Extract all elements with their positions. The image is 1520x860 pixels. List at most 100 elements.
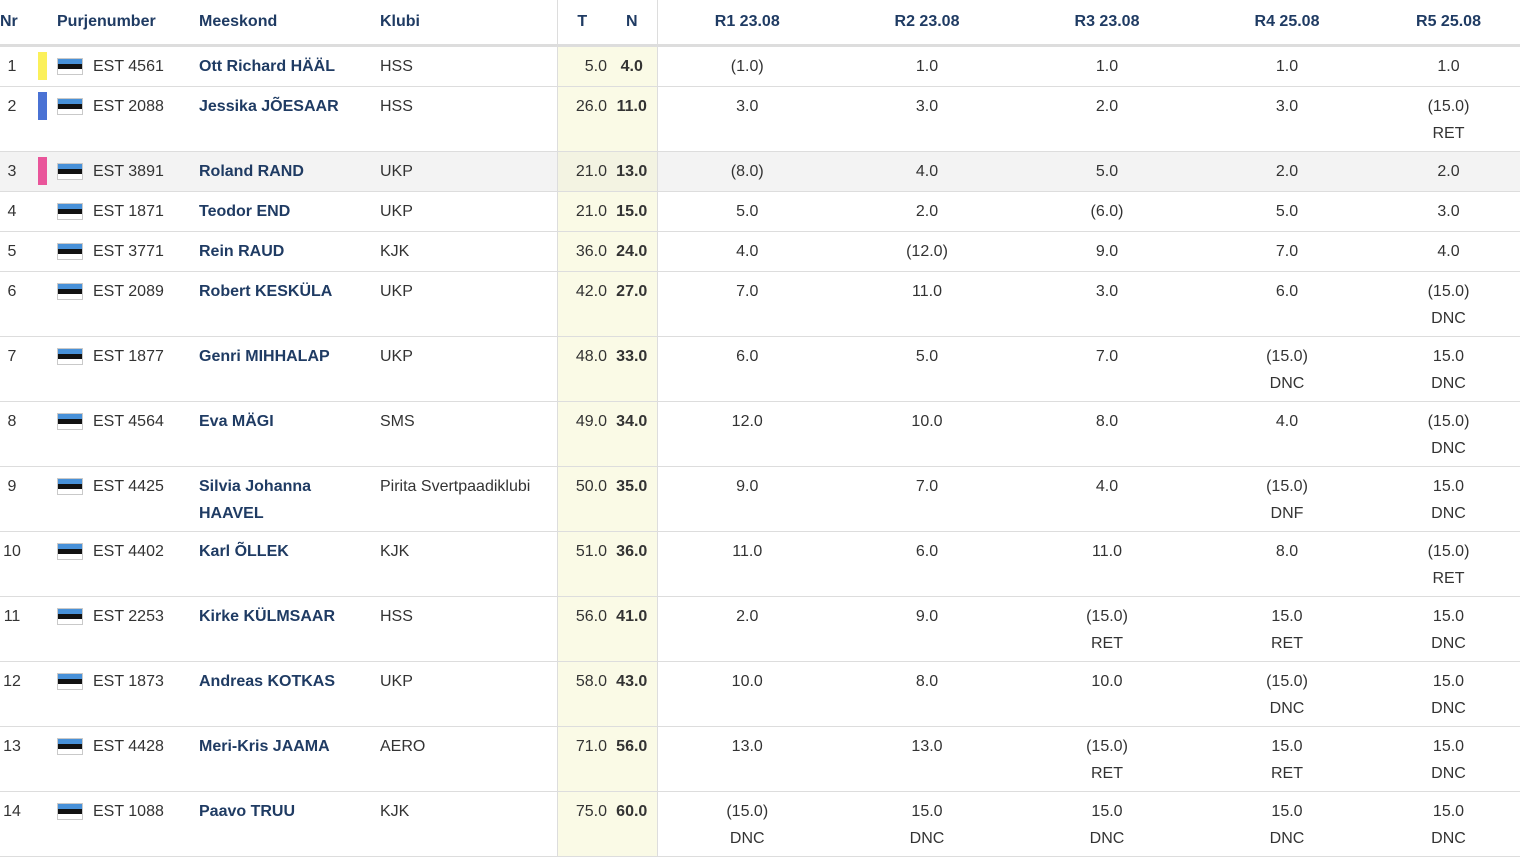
- rank-cell: 8: [0, 401, 38, 467]
- header-race-3[interactable]: R3 23.08: [1017, 0, 1197, 47]
- race-score: 3.0: [1437, 203, 1460, 220]
- sail-number-wrap: EST 2088: [57, 98, 164, 115]
- table-row[interactable]: 13 EST 4428 Meri-Kris JAAMA AERO 71.0 56.0 13.…: [0, 726, 1520, 792]
- club-cell: HSS: [380, 86, 558, 152]
- crew-name-link[interactable]: Genri MIHHALAP: [199, 336, 380, 402]
- race-4-cell: 15.0 RET: [1197, 726, 1377, 792]
- race-penalty-code: DNF: [1270, 505, 1304, 522]
- rank-cell: 9: [0, 466, 38, 532]
- sail-number-wrap: EST 1871: [57, 203, 164, 220]
- rank-cell: 2: [0, 86, 38, 152]
- rank-cell: 1: [0, 45, 38, 87]
- crew-name-link[interactable]: Silvia Johanna HAAVEL: [199, 466, 380, 532]
- race-3-cell: 2.0: [1017, 86, 1197, 152]
- crew-name-link[interactable]: Teodor END: [199, 191, 380, 232]
- crew-name-link[interactable]: Karl ÕLLEK: [199, 531, 380, 597]
- estonia-flag-icon: [57, 58, 83, 75]
- header-total[interactable]: T: [557, 0, 607, 47]
- race-score: 7.0: [915, 478, 939, 495]
- header-race-4[interactable]: R4 25.08: [1197, 0, 1377, 47]
- table-row[interactable]: 8 EST 4564 Eva MÄGI SMS 49.0 34.0 12.0 10.0 8.0 4…: [0, 401, 1520, 467]
- header-race-5[interactable]: R5 25.08: [1377, 0, 1520, 47]
- header-race-1[interactable]: R1 23.08: [657, 0, 837, 47]
- sail-number-cell: EST 1877: [57, 336, 199, 402]
- table-row[interactable]: 7 EST 1877 Genri MIHHALAP UKP 48.0 33.0 6.0 5.0…: [0, 336, 1520, 402]
- race-score: 1.0: [1275, 58, 1299, 75]
- sail-number-wrap: EST 1088: [57, 803, 164, 820]
- table-row[interactable]: 11 EST 2253 Kirke KÜLMSAAR HSS 56.0 41.0 2.0 9.…: [0, 596, 1520, 662]
- net-points-cell: 34.0: [607, 401, 658, 467]
- race-1-cell: 12.0: [657, 401, 837, 467]
- table-row[interactable]: 1 EST 4561 Ott Richard HÄÄL HSS 5.0 4.0 (1.0) 1…: [0, 45, 1520, 87]
- race-1-cell: 13.0: [657, 726, 837, 792]
- crew-name-link[interactable]: Eva MÄGI: [199, 401, 380, 467]
- race-score: 8.0: [1275, 543, 1299, 560]
- table-row[interactable]: 14 EST 1088 Paavo TRUU KJK 75.0 60.0 (15.0) DNC…: [0, 791, 1520, 857]
- table-row[interactable]: 5 EST 3771 Rein RAUD KJK 36.0 24.0 4.0 (12.0) 9.…: [0, 231, 1520, 272]
- header-club[interactable]: Klubi: [380, 0, 558, 47]
- race-penalty-code: DNC: [1431, 700, 1466, 717]
- rank-cell: 10: [0, 531, 38, 597]
- total-points-cell: 58.0: [557, 661, 607, 727]
- race-4-cell: 15.0 DNC: [1197, 791, 1377, 857]
- club-cell: UKP: [380, 271, 558, 337]
- race-penalty-code: DNC: [1269, 700, 1305, 717]
- header-nr[interactable]: Nr: [0, 0, 38, 47]
- race-1-cell: 10.0: [657, 661, 837, 727]
- table-row[interactable]: 6 EST 2089 Robert KESKÜLA UKP 42.0 27.0 7.0 11.…: [0, 271, 1520, 337]
- total-points-cell: 48.0: [557, 336, 607, 402]
- sail-number-cell: EST 2088: [57, 86, 199, 152]
- marker-cell: [38, 45, 57, 87]
- race-score: 4.0: [915, 163, 939, 180]
- crew-name-link[interactable]: Meri-Kris JAAMA: [199, 726, 380, 792]
- race-score: 5.0: [736, 203, 759, 220]
- race-penalty-code: RET: [1432, 125, 1465, 142]
- race-2-cell: 15.0 DNC: [837, 791, 1017, 857]
- header-race-2[interactable]: R2 23.08: [837, 0, 1017, 47]
- header-crew[interactable]: Meeskond: [199, 0, 380, 47]
- crew-name-link[interactable]: Rein RAUD: [199, 231, 380, 272]
- race-3-cell: (6.0): [1017, 191, 1197, 232]
- crew-name-link[interactable]: Kirke KÜLMSAAR: [199, 596, 380, 662]
- race-5-cell: 15.0 DNC: [1377, 791, 1520, 857]
- crew-name-link[interactable]: Roland RAND: [199, 151, 380, 192]
- race-5-cell: 15.0 DNC: [1377, 726, 1520, 792]
- race-1-cell: 4.0: [657, 231, 837, 272]
- total-points-cell: 5.0: [557, 45, 607, 87]
- race-penalty-code: DNC: [1431, 310, 1466, 327]
- marker-cell: [38, 466, 57, 532]
- marker-cell: [38, 231, 57, 272]
- estonia-flag-icon: [57, 738, 83, 755]
- medal-marker: [38, 92, 47, 120]
- total-points-cell: 56.0: [557, 596, 607, 662]
- race-2-cell: 13.0: [837, 726, 1017, 792]
- race-score: 15.0: [1271, 608, 1303, 625]
- crew-name-link[interactable]: Andreas KOTKAS: [199, 661, 380, 727]
- club-cell: KJK: [380, 531, 558, 597]
- crew-name-link[interactable]: Robert KESKÜLA: [199, 271, 380, 337]
- race-5-cell: 15.0 DNC: [1377, 336, 1520, 402]
- race-score: 13.0: [731, 738, 763, 755]
- table-row[interactable]: 9 EST 4425 Silvia Johanna HAAVEL Pirita Sve…: [0, 466, 1520, 532]
- net-points-cell: 36.0: [607, 531, 658, 597]
- crew-name-link[interactable]: Ott Richard HÄÄL: [199, 45, 380, 87]
- header-net[interactable]: N: [607, 0, 658, 47]
- table-row[interactable]: 3 EST 3891 Roland RAND UKP 21.0 13.0 (8.0) 4.0 5…: [0, 151, 1520, 192]
- header-sail-number[interactable]: Purjenumber: [57, 0, 199, 47]
- table-row[interactable]: 10 EST 4402 Karl ÕLLEK KJK 51.0 36.0 11.0 6.0 11…: [0, 531, 1520, 597]
- table-row[interactable]: 12 EST 1873 Andreas KOTKAS UKP 58.0 43.0 10.0 8…: [0, 661, 1520, 727]
- crew-name-link[interactable]: Jessika JÕESAAR: [199, 86, 380, 152]
- race-2-cell: 8.0: [837, 661, 1017, 727]
- table-row[interactable]: 2 EST 2088 Jessika JÕESAAR HSS 26.0 11.0 3.0 3.…: [0, 86, 1520, 152]
- net-points-cell: 41.0: [607, 596, 658, 662]
- race-1-cell: 7.0: [657, 271, 837, 337]
- race-1-cell: (1.0): [657, 45, 837, 87]
- header-marker: [38, 0, 57, 47]
- rank-cell: 11: [0, 596, 38, 662]
- rank-cell: 6: [0, 271, 38, 337]
- crew-name-link[interactable]: Paavo TRUU: [199, 791, 380, 857]
- race-4-cell: 5.0: [1197, 191, 1377, 232]
- race-score: (12.0): [906, 243, 948, 260]
- table-row[interactable]: 4 EST 1871 Teodor END UKP 21.0 15.0 5.0 2.0 (6.0…: [0, 191, 1520, 232]
- sail-number: EST 3891: [93, 163, 164, 180]
